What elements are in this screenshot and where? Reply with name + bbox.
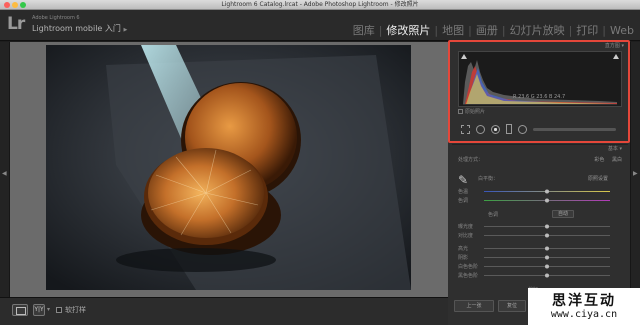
- module-map[interactable]: 地图: [440, 22, 466, 38]
- shadows-slider-knob[interactable]: [545, 255, 549, 260]
- photo-orange-halves: [46, 45, 411, 290]
- watermark-url: www.ciya.cn: [550, 309, 618, 320]
- auto-tone-button[interactable]: 自动: [552, 210, 574, 218]
- window-title: Lightroom 6 Catalog.lrcat - Adobe Photos…: [221, 1, 419, 8]
- module-separator: |: [468, 23, 472, 37]
- eyedropper-icon[interactable]: ✎: [458, 173, 468, 187]
- photo-canvas[interactable]: [10, 42, 448, 297]
- contrast-label: 对比度: [458, 233, 474, 239]
- module-picker: 图库 | 修改照片 | 地图 | 画册 | 幻灯片放映 | 打印 | Web: [351, 22, 636, 38]
- play-icon: ▶: [123, 27, 128, 33]
- module-separator: |: [434, 23, 439, 37]
- before-after-button[interactable]: Y|Y: [33, 304, 45, 316]
- highlights-slider-knob[interactable]: [545, 246, 549, 251]
- basic-panel-header[interactable]: 基本 ▾: [452, 144, 628, 153]
- expand-left-icon[interactable]: ◀: [2, 170, 7, 177]
- module-separator: |: [568, 23, 573, 37]
- module-separator: |: [602, 23, 607, 37]
- soft-proof-label: 软打样: [65, 306, 86, 314]
- collapse-right-icon[interactable]: ▶: [633, 170, 638, 177]
- temp-slider-knob[interactable]: [545, 189, 549, 194]
- tint-label: 色调: [458, 198, 469, 204]
- reset-button[interactable]: 复位: [498, 300, 526, 312]
- temp-label: 色温: [458, 189, 469, 195]
- whites-label: 白色色阶: [458, 264, 479, 270]
- loupe-view-button[interactable]: [12, 304, 28, 316]
- treatment-options: 彩色 黑白: [594, 156, 622, 163]
- bottom-toolbar: Y|Y ▾ 软打样: [0, 297, 448, 325]
- left-panel-collapsed[interactable]: ◀: [0, 42, 10, 297]
- exposure-slider-knob[interactable]: [545, 224, 549, 229]
- previous-button[interactable]: 上一张: [454, 300, 494, 312]
- module-print[interactable]: 打印: [574, 22, 600, 38]
- tone-label: 色调: [488, 212, 499, 218]
- exposure-label: 曝光度: [458, 224, 474, 230]
- whites-slider-knob[interactable]: [545, 264, 549, 269]
- shadows-label: 阴影: [458, 255, 469, 261]
- identity-plate-small: Adobe Lightroom 6: [32, 15, 80, 21]
- treatment-color-option[interactable]: 彩色: [594, 157, 604, 163]
- module-separator: |: [501, 23, 506, 37]
- watermark-logo: 思洋互动 www.ciya.cn: [528, 288, 640, 325]
- soft-proof-checkbox[interactable]: [56, 307, 62, 313]
- annotation-highlight-box: [448, 40, 630, 143]
- module-web[interactable]: Web: [608, 24, 636, 37]
- blacks-label: 黑色色阶: [458, 273, 479, 279]
- identity-plate-label: Lightroom mobile 入门: [32, 24, 121, 33]
- contrast-slider-knob[interactable]: [545, 233, 549, 238]
- tint-slider-knob[interactable]: [545, 198, 549, 203]
- right-panel-edge[interactable]: ▶: [630, 42, 640, 325]
- watermark-title: 思洋互动: [552, 293, 616, 309]
- window-titlebar: Lightroom 6 Catalog.lrcat - Adobe Photos…: [0, 0, 640, 10]
- treatment-bw-option[interactable]: 黑白: [612, 157, 622, 163]
- wb-preset-select[interactable]: 原照设置: [588, 175, 608, 182]
- treatment-label: 处理方式：: [458, 157, 484, 163]
- identity-plate[interactable]: Lightroom mobile 入门 ▶: [32, 23, 127, 34]
- chevron-down-icon[interactable]: ▾: [47, 306, 50, 313]
- module-separator: |: [378, 23, 383, 37]
- module-library[interactable]: 图库: [351, 22, 377, 38]
- module-book[interactable]: 画册: [474, 22, 500, 38]
- blacks-slider-knob[interactable]: [545, 273, 549, 278]
- module-develop[interactable]: 修改照片: [384, 22, 432, 38]
- module-header: Lr Adobe Lightroom 6 Lightroom mobile 入门…: [0, 10, 640, 41]
- highlights-label: 高光: [458, 246, 469, 252]
- module-slideshow[interactable]: 幻灯片放映: [508, 22, 567, 38]
- wb-label: 白平衡：: [478, 176, 499, 182]
- lightroom-logo: Lr: [7, 14, 25, 34]
- collapse-triangle-icon: ▾: [619, 146, 622, 152]
